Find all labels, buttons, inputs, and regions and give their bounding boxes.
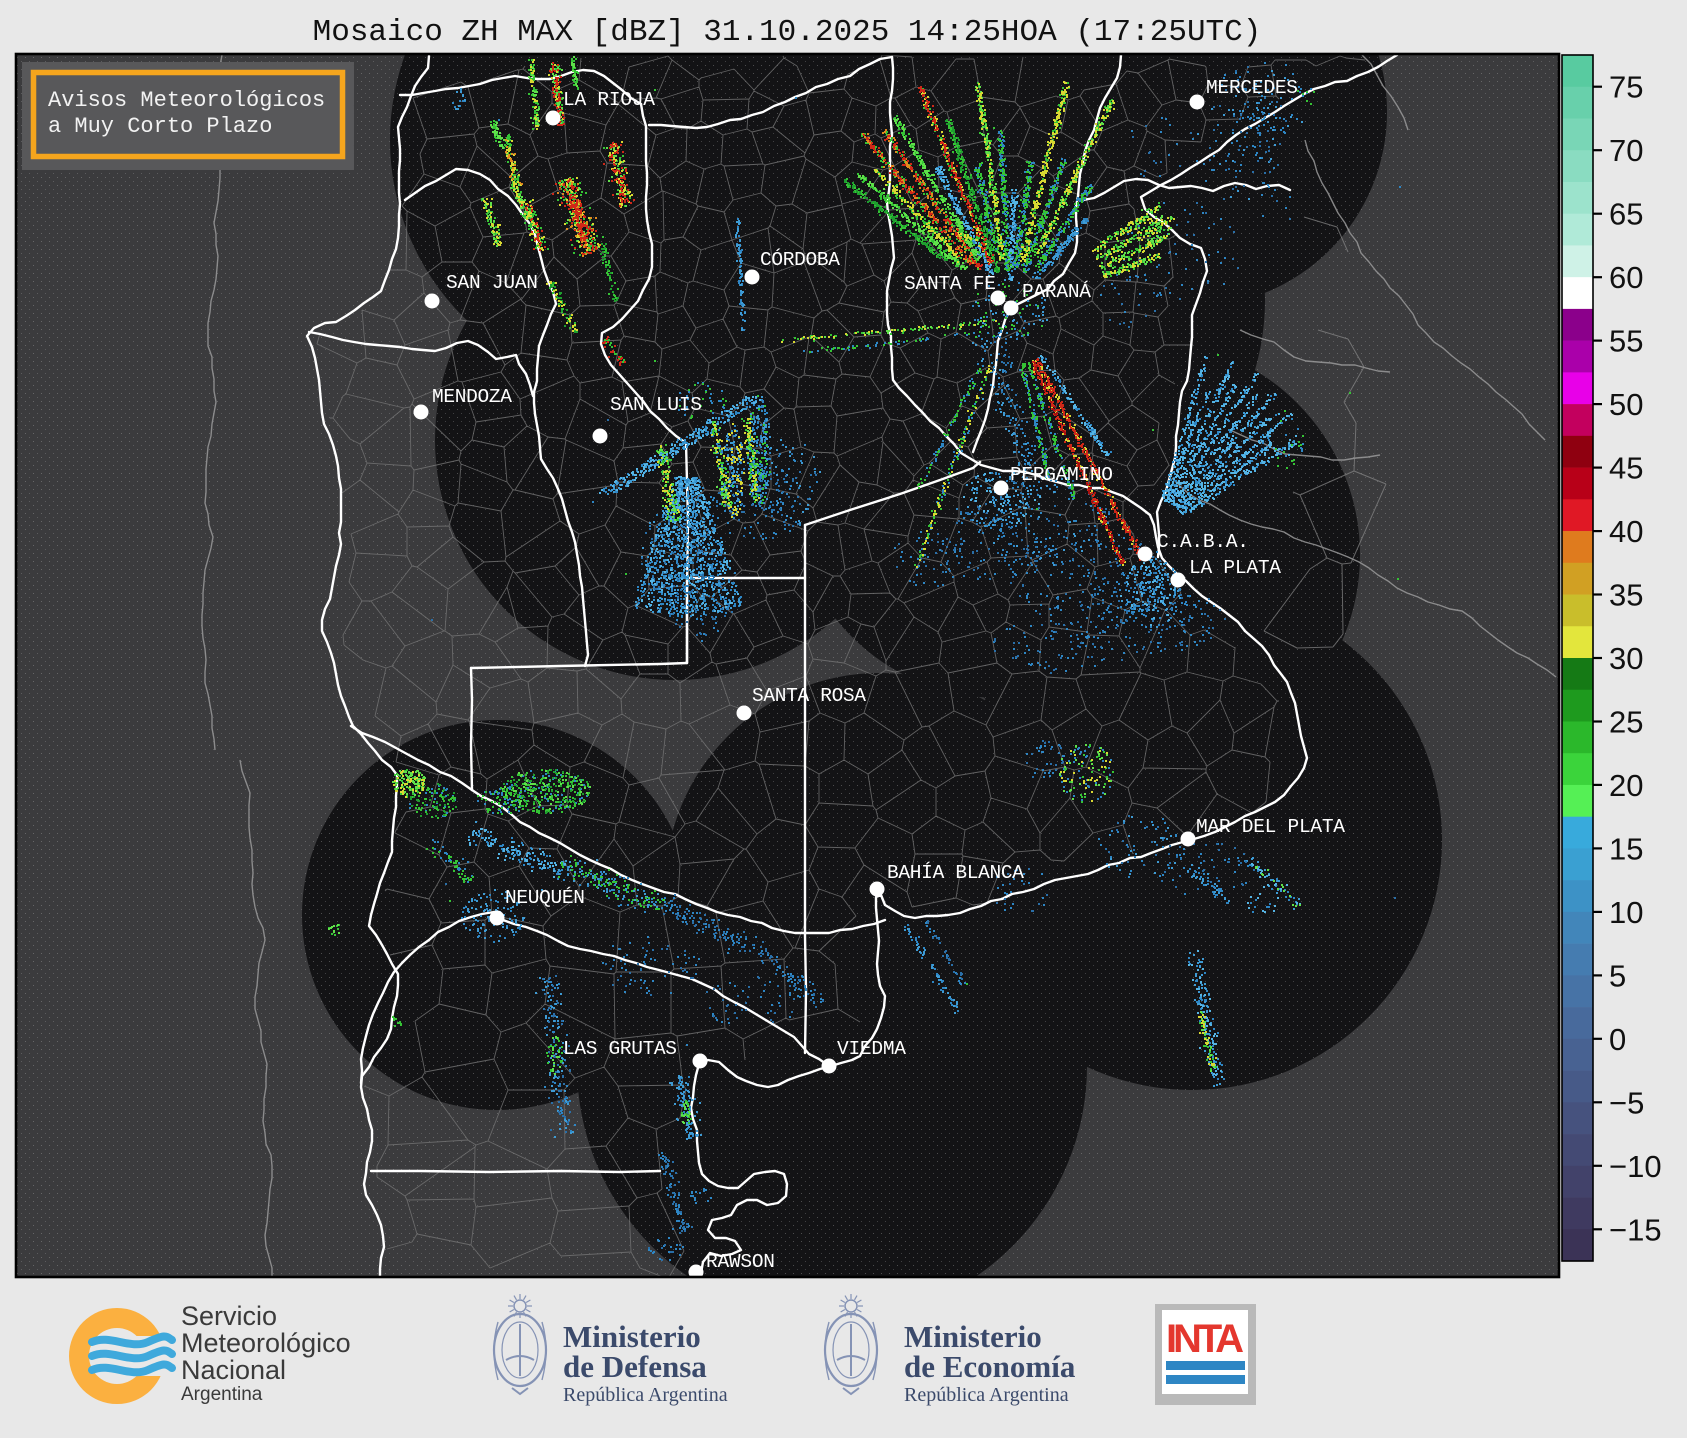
- svg-text:Argentina: Argentina: [181, 1384, 263, 1405]
- svg-text:República Argentina: República Argentina: [904, 1384, 1069, 1406]
- svg-text:RAWSON: RAWSON: [706, 1251, 775, 1273]
- svg-text:Avisos Meteorológicos: Avisos Meteorológicos: [48, 88, 325, 113]
- svg-text:de Defensa: de Defensa: [563, 1349, 707, 1384]
- svg-text:−10: −10: [1609, 1149, 1662, 1184]
- svg-text:25: 25: [1609, 705, 1643, 740]
- svg-text:SAN JUAN: SAN JUAN: [446, 272, 538, 294]
- svg-text:35: 35: [1609, 578, 1643, 613]
- svg-text:MENDOZA: MENDOZA: [432, 386, 512, 408]
- svg-text:LA PLATA: LA PLATA: [1189, 557, 1281, 579]
- svg-text:MERCEDES: MERCEDES: [1206, 77, 1298, 99]
- svg-text:0: 0: [1609, 1022, 1626, 1057]
- svg-text:15: 15: [1609, 831, 1643, 866]
- svg-text:−15: −15: [1609, 1212, 1662, 1247]
- svg-text:PARANÁ: PARANÁ: [1022, 280, 1091, 303]
- svg-text:República Argentina: República Argentina: [563, 1384, 728, 1406]
- svg-text:LAS GRUTAS: LAS GRUTAS: [563, 1038, 677, 1060]
- svg-text:PERGAMINO: PERGAMINO: [1010, 464, 1113, 486]
- svg-text:60: 60: [1609, 260, 1643, 295]
- svg-text:55: 55: [1609, 324, 1643, 359]
- svg-text:SANTA ROSA: SANTA ROSA: [752, 685, 866, 707]
- svg-text:LA RIOJA: LA RIOJA: [563, 89, 655, 111]
- svg-text:Servicio: Servicio: [181, 1301, 277, 1331]
- svg-text:40: 40: [1609, 514, 1643, 549]
- svg-text:75: 75: [1609, 70, 1643, 105]
- svg-text:SAN LUIS: SAN LUIS: [610, 394, 702, 416]
- svg-text:a Muy Corto Plazo: a Muy Corto Plazo: [48, 114, 272, 139]
- svg-text:INTA: INTA: [1166, 1317, 1244, 1361]
- svg-text:10: 10: [1609, 895, 1643, 930]
- svg-text:de Economía: de Economía: [904, 1349, 1076, 1384]
- svg-text:SANTA FE: SANTA FE: [904, 273, 996, 295]
- svg-text:CÓRDOBA: CÓRDOBA: [760, 248, 840, 271]
- svg-text:30: 30: [1609, 641, 1643, 676]
- svg-text:MAR DEL PLATA: MAR DEL PLATA: [1196, 816, 1345, 838]
- svg-text:5: 5: [1609, 958, 1626, 993]
- svg-text:65: 65: [1609, 197, 1643, 232]
- svg-text:50: 50: [1609, 387, 1643, 422]
- svg-text:C.A.B.A.: C.A.B.A.: [1157, 531, 1249, 553]
- svg-text:BAHÍA BLANCA: BAHÍA BLANCA: [887, 861, 1024, 884]
- svg-text:NEUQUÉN: NEUQUÉN: [505, 886, 585, 909]
- svg-text:Mosaico ZH MAX [dBZ] 31.10.202: Mosaico ZH MAX [dBZ] 31.10.2025 14:25HOA…: [313, 15, 1262, 50]
- svg-text:20: 20: [1609, 768, 1643, 803]
- svg-text:Nacional: Nacional: [181, 1355, 286, 1385]
- svg-text:45: 45: [1609, 451, 1643, 486]
- svg-text:70: 70: [1609, 133, 1643, 168]
- svg-text:VIEDMA: VIEDMA: [837, 1038, 906, 1060]
- svg-text:−5: −5: [1609, 1085, 1644, 1120]
- svg-text:Meteorológico: Meteorológico: [181, 1328, 351, 1358]
